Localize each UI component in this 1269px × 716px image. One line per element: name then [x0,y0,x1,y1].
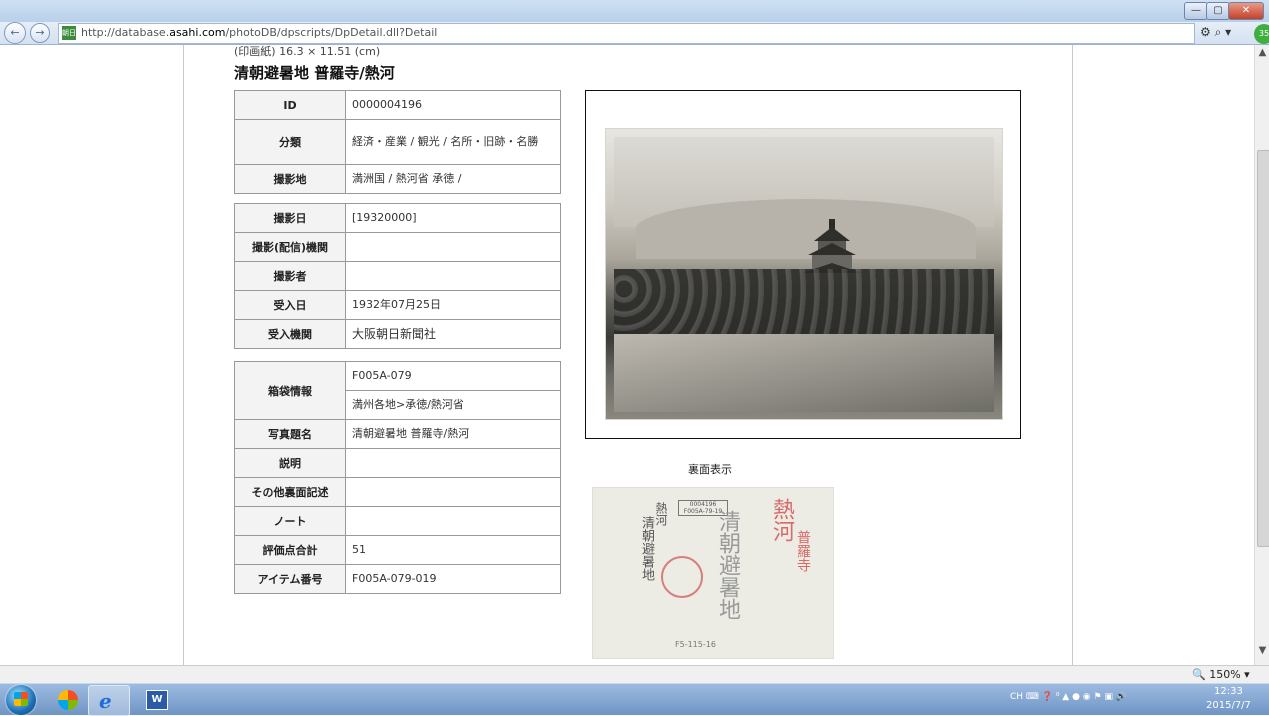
page-viewport: (印画紙) 16.3 × 11.51 (cm) 清朝避暑地 普羅寺/熱河 ID … [0,45,1254,665]
url-domain: asahi.com [169,26,226,39]
ie-icon: e [99,689,112,713]
field-value [345,232,561,262]
field-value [345,506,561,536]
table-row: 撮影者 [234,261,561,291]
field-value: 大阪朝日新聞社 [345,319,561,349]
field-key: 説明 [234,448,346,478]
vertical-scrollbar[interactable]: ▲ ▼ [1254,45,1269,665]
search-tools-icon[interactable]: ⚙ ⌕ ▾ [1200,25,1231,40]
field-key: 撮影日 [234,203,346,233]
scroll-up-icon[interactable]: ▲ [1255,47,1269,62]
site-favicon-icon: 朝日 [62,26,76,40]
info-table-archive: 箱袋情報 F005A-079 満州各地>承徳/熱河省 写真題名 清朝避暑地 普羅… [234,361,561,594]
zoom-level-button[interactable]: 🔍 150% ▾ [1192,668,1250,681]
info-table-basic: ID 0000004196 分類 経済・産業 / 観光 / 名所・旧跡・名勝 撮… [234,90,561,194]
field-key: 受入日 [234,290,346,320]
address-bar: ← → 朝日 http://database.asahi.com/photoDB… [0,22,1269,45]
field-value: 清朝避暑地 普羅寺/熱河 [345,419,561,449]
back-button[interactable]: ← [4,22,26,44]
table-row: 分類 経済・産業 / 観光 / 名所・旧跡・名勝 [234,119,561,165]
table-row: 評価点合計 51 [234,535,561,565]
scroll-down-icon[interactable]: ▼ [1255,645,1269,660]
url-prefix: http://database. [81,26,170,39]
app-colors-icon [58,690,78,710]
minimize-button[interactable]: — [1184,2,1208,20]
table-row: 受入機関 大阪朝日新聞社 [234,319,561,349]
main-photo-frame[interactable] [585,90,1021,439]
field-key: その他裏面記述 [234,477,346,507]
table-row: 撮影(配信)機関 [234,232,561,262]
table-row: 撮影日 [19320000] [234,203,561,233]
field-key: 受入機関 [234,319,346,349]
taskbar-app-ie[interactable]: e [88,685,130,716]
back-side-photo[interactable]: 0004196 F005A-79-19 清朝避暑地 熱河 清朝避暑地 熱河 普羅… [593,488,833,658]
taskbar: e W CH ⌨ ❓ ⁰ ▲ ● ◉ ⚑ ▣ 🔊 12:33 2015/7/7 [0,683,1269,716]
word-icon: W [146,690,168,710]
clock-date[interactable]: 2015/7/7 [1206,700,1251,711]
table-row: 説明 [234,448,561,478]
url-path: /photoDB/dpscripts/DpDetail.dll?Detail [225,26,438,39]
field-value: 満洲国 / 熱河省 承徳 / [345,164,561,194]
table-row: 受入日 1932年07月25日 [234,290,561,320]
field-value: 経済・産業 / 観光 / 名所・旧跡・名勝 [345,119,561,165]
field-key: 撮影地 [234,164,346,194]
show-back-link[interactable]: 裏面表示 [688,461,732,477]
field-key: 撮影者 [234,261,346,291]
field-value: 0000004196 [345,90,561,120]
table-row: アイテム番号 F005A-079-019 [234,564,561,594]
start-button[interactable] [6,685,36,715]
field-key: 分類 [234,119,346,165]
taskbar-app-colors[interactable] [48,685,88,714]
field-value: [19320000] [345,203,561,233]
info-table-capture: 撮影日 [19320000] 撮影(配信)機関 撮影者 受入日 1932年07月… [234,203,561,349]
field-value [345,261,561,291]
table-row: 撮影地 満洲国 / 熱河省 承徳 / [234,164,561,194]
status-bar: 🔍 150% ▾ [0,665,1269,684]
field-value: F005A-079 [345,361,561,391]
taskbar-app-word[interactable]: W [136,685,176,714]
page-title: 清朝避暑地 普羅寺/熱河 [234,64,395,82]
field-key: 撮影(配信)機関 [234,232,346,262]
red-seal-stamp [661,556,703,598]
close-button[interactable]: ✕ [1228,2,1264,20]
scroll-thumb[interactable] [1257,150,1269,547]
field-key: 評価点合計 [234,535,346,565]
window-titlebar: — ▢ ✕ [0,0,1269,22]
field-value: 1932年07月25日 [345,290,561,320]
table-row: ID 0000004196 [234,90,561,120]
table-row: ノート [234,506,561,536]
photo-ground [614,334,994,412]
table-row: 箱袋情報 F005A-079 [234,361,561,420]
url-input[interactable]: 朝日 http://database.asahi.com/photoDB/dps… [58,23,1195,44]
field-value: 51 [345,535,561,565]
table-row: その他裏面記述 [234,477,561,507]
system-tray[interactable]: CH ⌨ ❓ ⁰ ▲ ● ◉ ⚑ ▣ 🔊 [1010,692,1127,702]
extension-badge-icon[interactable]: 35 [1254,24,1269,44]
clock-time[interactable]: 12:33 [1214,686,1243,697]
field-key: ノート [234,506,346,536]
field-key: ID [234,90,346,120]
field-key: 写真題名 [234,419,346,449]
field-value [345,477,561,507]
url-text: http://database.asahi.com/photoDB/dpscri… [81,26,437,39]
photo-trees [614,269,994,339]
maximize-button[interactable]: ▢ [1206,2,1230,20]
field-value: 満州各地>承徳/熱河省 [345,390,561,420]
forward-button[interactable]: → [30,23,50,43]
table-row: 写真題名 清朝避暑地 普羅寺/熱河 [234,419,561,449]
red-inscription: 普羅寺 [795,530,811,572]
field-value [345,448,561,478]
pencil-inscription: 清朝避暑地 [715,510,740,620]
main-photo[interactable] [606,129,1002,419]
field-key: アイテム番号 [234,564,346,594]
ink-inscription: 熱河 [654,502,668,526]
windows-logo-icon [14,692,28,706]
field-value: F005A-079-019 [345,564,561,594]
print-size-text: (印画紙) 16.3 × 11.51 (cm) [234,45,381,58]
back-number-text: F5-115-16 [675,640,716,649]
field-key: 箱袋情報 [234,361,346,420]
